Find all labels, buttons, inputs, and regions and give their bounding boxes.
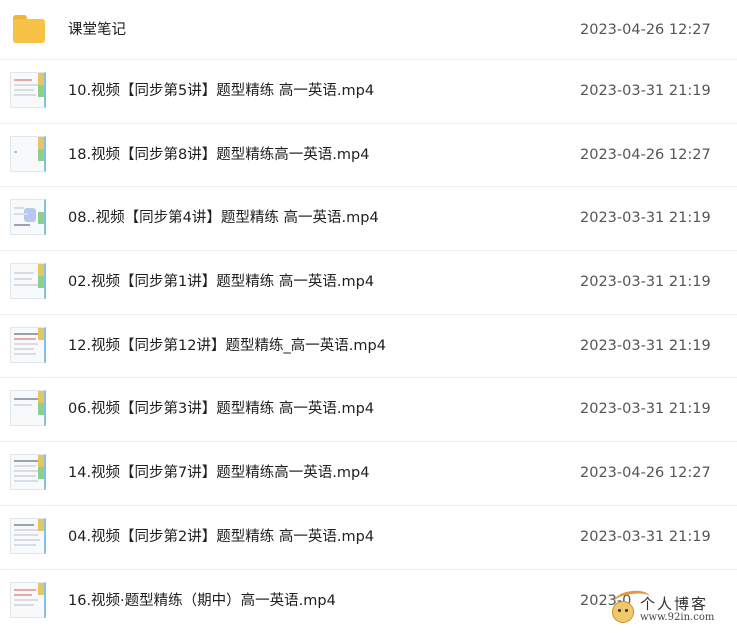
file-name: 06.视频【同步第3讲】题型精练 高一英语.mp4 [68,401,375,418]
video-thumbnail-icon [10,263,46,300]
video-thumbnail-icon [10,390,46,427]
file-date: 2023-03-31 21:19 [580,528,711,545]
file-row[interactable]: 06.视频【同步第3讲】题型精练 高一英语.mp4 2023-03-31 21:… [0,378,737,443]
video-thumbnail-icon [10,581,46,618]
watermark-title: 个人博客 [640,595,709,613]
video-thumbnail-icon [10,199,46,236]
video-thumbnail-icon [10,517,46,554]
file-name: 18.视频【同步第8讲】题型精练高一英语.mp4 [68,146,370,163]
file-date: 2023-03-31 21:19 [580,274,711,291]
file-row[interactable]: 18.视频【同步第8讲】题型精练高一英语.mp4 2023-04-26 12:2… [0,124,737,188]
video-thumbnail-icon [10,72,46,108]
file-name: 12.视频【同步第12讲】题型精练_高一英语.mp4 [68,337,386,354]
file-name: 08..视频【同步第4讲】题型精练 高一英语.mp4 [68,210,379,227]
file-date: 2023-03-31 21:19 [580,337,711,354]
file-name: 16.视频·题型精练（期中）高一英语.mp4 [68,592,336,609]
avatar-icon [612,601,634,623]
file-name: 04.视频【同步第2讲】题型精练 高一英语.mp4 [68,528,375,545]
file-row[interactable]: 10.视频【同步第5讲】题型精练 高一英语.mp4 2023-03-31 21:… [0,60,737,124]
blog-watermark: 个人博客 www.92in.com [612,588,727,627]
file-date: 2023-03-31 21:19 [580,210,711,227]
video-thumbnail-icon [10,454,46,491]
file-row[interactable]: 08..视频【同步第4讲】题型精练 高一英语.mp4 2023-03-31 21… [0,187,737,252]
file-date: 2023-04-26 12:27 [580,22,711,38]
video-thumbnail-icon [10,326,46,363]
file-name: 02.视频【同步第1讲】题型精练 高一英语.mp4 [68,274,375,291]
video-thumbnail-icon [10,135,46,172]
file-date: 2023-04-26 12:27 [580,465,711,482]
watermark-url: www.92in.com [640,612,715,623]
file-row-folder[interactable]: 课堂笔记 2023-04-26 12:27 [0,0,737,60]
file-date: 2023-03-31 21:19 [580,401,711,418]
file-row[interactable]: 14.视频【同步第7讲】题型精练高一英语.mp4 2023-04-26 12:2… [0,442,737,506]
file-row[interactable]: 02.视频【同步第1讲】题型精练 高一英语.mp4 2023-03-31 21:… [0,251,737,315]
file-date: 2023-04-26 12:27 [580,146,711,163]
file-name: 14.视频【同步第7讲】题型精练高一英语.mp4 [68,465,370,482]
folder-icon [13,15,45,43]
file-row[interactable]: 12.视频【同步第12讲】题型精练_高一英语.mp4 2023-03-31 21… [0,315,737,379]
file-name: 课堂笔记 [68,22,126,38]
file-row[interactable]: 04.视频【同步第2讲】题型精练 高一英语.mp4 2023-03-31 21:… [0,506,737,570]
file-list: 课堂笔记 2023-04-26 12:27 10.视频【同步第5讲】题型精练 高… [0,0,737,633]
file-date: 2023-03-31 21:19 [580,83,711,99]
file-name: 10.视频【同步第5讲】题型精练 高一英语.mp4 [68,83,375,99]
